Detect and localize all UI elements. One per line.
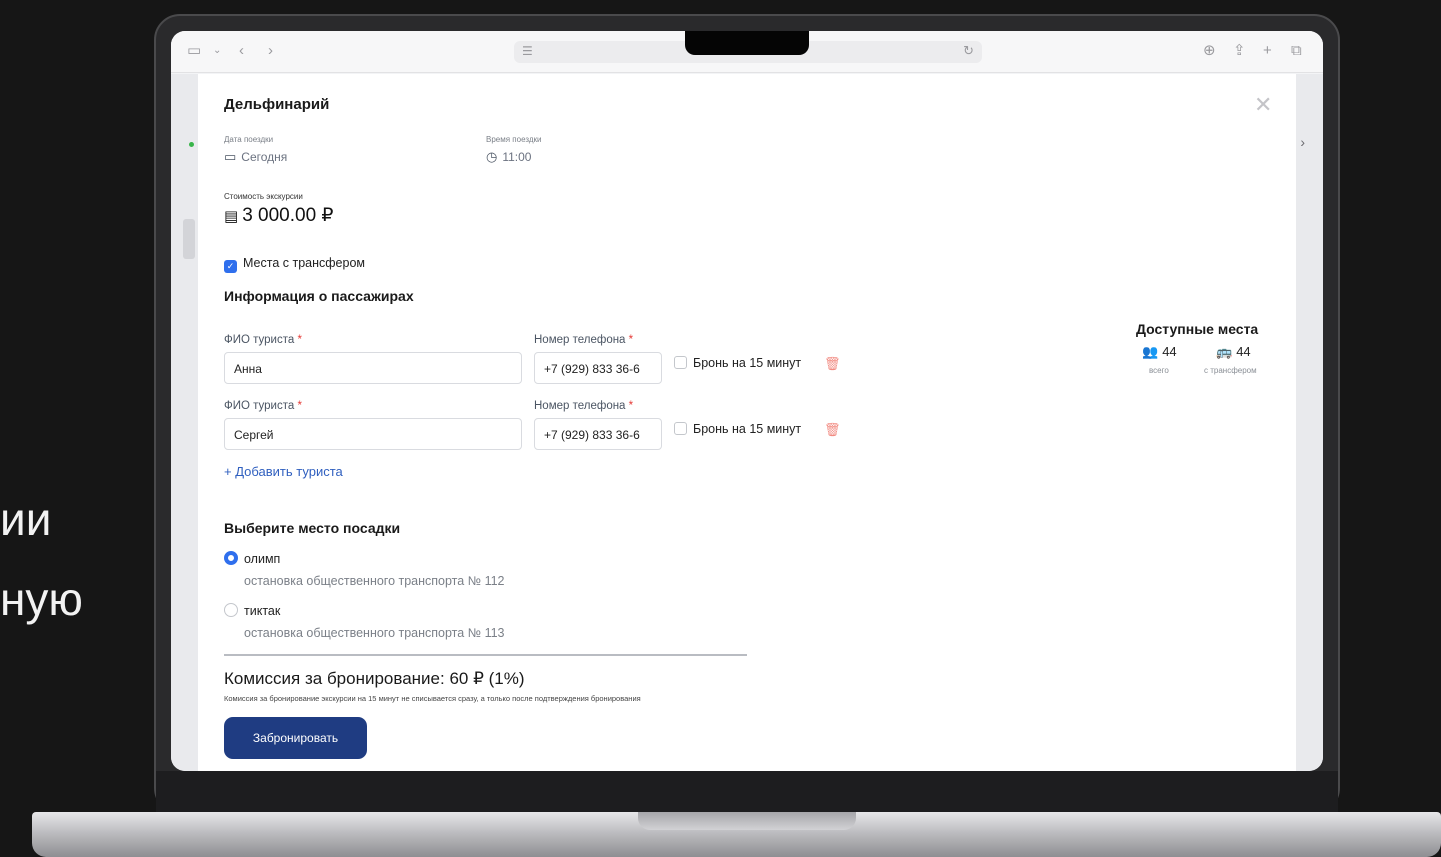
passenger-2-name-input[interactable]: Сергей (224, 418, 522, 450)
card-icon: ▤ (224, 208, 239, 225)
side-caption-line-1: ии (0, 493, 52, 545)
passenger-1-phone-label: Номер телефона * (534, 334, 634, 346)
laptop-screen: ▭ ⌄ ‹ › ☰ excursions.online ↻ ⊕ ⇪ + ⧉ › … (171, 31, 1323, 771)
passengers-title: Информация о пассажирах (224, 288, 414, 304)
commission-text: Комиссия за бронирование: 60 ₽ (1%) (224, 669, 525, 688)
add-tourist-link[interactable]: + Добавить туриста (224, 464, 343, 479)
laptop-chin (156, 771, 1338, 813)
date-label: Дата поездки (224, 135, 274, 144)
trash-icon[interactable]: 🗑 (824, 356, 841, 372)
book-button[interactable]: Забронировать (224, 717, 367, 759)
trash-icon[interactable]: 🗑 (824, 422, 841, 438)
time-field[interactable]: ◷ 11:00 (486, 149, 531, 165)
chevron-right-icon[interactable]: › (268, 42, 273, 60)
background-scroll-block (183, 219, 195, 259)
passenger-2-phone-label: Номер телефона * (534, 400, 634, 412)
cost-value: 3 000.00 ₽ (242, 205, 334, 226)
time-value: 11:00 (502, 150, 532, 164)
available-transfer: 🚌 44 (1216, 344, 1251, 359)
time-label: Время поездки (486, 135, 542, 144)
pickup-option-2-stop: остановка общественного транспорта № 113 (244, 626, 505, 640)
chevron-right-icon: › (1300, 134, 1305, 150)
reload-icon[interactable]: ↻ (963, 43, 974, 59)
tabs-icon[interactable]: ⧉ (1291, 42, 1302, 60)
available-seats-title: Доступные места (1136, 321, 1259, 337)
download-icon[interactable]: ⊕ (1203, 42, 1216, 60)
side-caption-line-2: ную (0, 573, 83, 625)
passenger-2-hold-checkbox[interactable]: Бронь на 15 минут (674, 422, 801, 436)
people-icon: 👥 (1142, 344, 1159, 359)
plus-icon[interactable]: + (1263, 42, 1272, 60)
passenger-2-name-label: ФИО туриста * (224, 400, 302, 412)
page-settings-icon[interactable]: ☰ (522, 44, 533, 58)
chevron-left-icon[interactable]: ‹ (239, 42, 244, 60)
available-total: 👥 44 (1142, 344, 1177, 359)
pickup-option-1[interactable]: олимп (224, 551, 280, 566)
passenger-1-name-label: ФИО туриста * (224, 334, 302, 346)
share-icon[interactable]: ⇪ (1233, 42, 1246, 60)
transfer-checkbox-label: Места с трансфером (243, 256, 366, 270)
transfer-checkbox-row[interactable]: ✓ Места с трансфером (224, 256, 365, 273)
camera-notch (685, 31, 809, 55)
checkbox-unchecked-icon[interactable] (674, 356, 687, 369)
clock-icon: ◷ (486, 149, 498, 164)
radio-unselected-icon[interactable] (224, 603, 238, 617)
pickup-option-2[interactable]: тиктак (224, 603, 280, 618)
pickup-option-1-stop: остановка общественного транспорта № 112 (244, 574, 505, 588)
available-transfer-caption: с трансфером (1204, 366, 1257, 375)
calendar-icon: ▭ (224, 149, 237, 164)
background-status-dot (189, 142, 194, 147)
cost-display: ▤ 3 000.00 ₽ (224, 204, 334, 227)
passenger-1-name-input[interactable]: Анна (224, 352, 522, 384)
passenger-1-phone-input[interactable]: +7 (929) 833 36-6 (534, 352, 662, 384)
laptop-base-groove (638, 812, 856, 830)
close-icon[interactable]: ✕ (1254, 94, 1272, 116)
stage: ии ную ▭ ⌄ ‹ › ☰ excursions.online ↻ ⊕ ⇪… (0, 0, 1441, 857)
radio-selected-icon[interactable] (224, 551, 238, 565)
date-field[interactable]: ▭ Сегодня (224, 149, 287, 165)
booking-modal: Дельфинарий ✕ Дата поездки ▭ Сегодня Врем… (198, 74, 1296, 771)
available-total-caption: всего (1149, 366, 1169, 375)
passenger-2-phone-input[interactable]: +7 (929) 833 36-6 (534, 418, 662, 450)
divider (224, 654, 747, 656)
cost-label: Стоимость экскурсии (224, 192, 303, 201)
bus-icon: 🚌 (1216, 344, 1233, 359)
checkbox-unchecked-icon[interactable] (674, 422, 687, 435)
sidebar-icon[interactable]: ▭ (187, 42, 201, 60)
passenger-1-hold-checkbox[interactable]: Бронь на 15 минут (674, 356, 801, 370)
checkbox-checked-icon[interactable]: ✓ (224, 260, 237, 273)
pickup-title: Выберите место посадки (224, 520, 401, 536)
commission-note: Комиссия за бронирование экскурсии на 15… (224, 694, 641, 703)
date-value: Сегодня (241, 150, 288, 164)
chevron-down-icon[interactable]: ⌄ (213, 42, 221, 60)
modal-title: Дельфинарий (224, 96, 330, 113)
